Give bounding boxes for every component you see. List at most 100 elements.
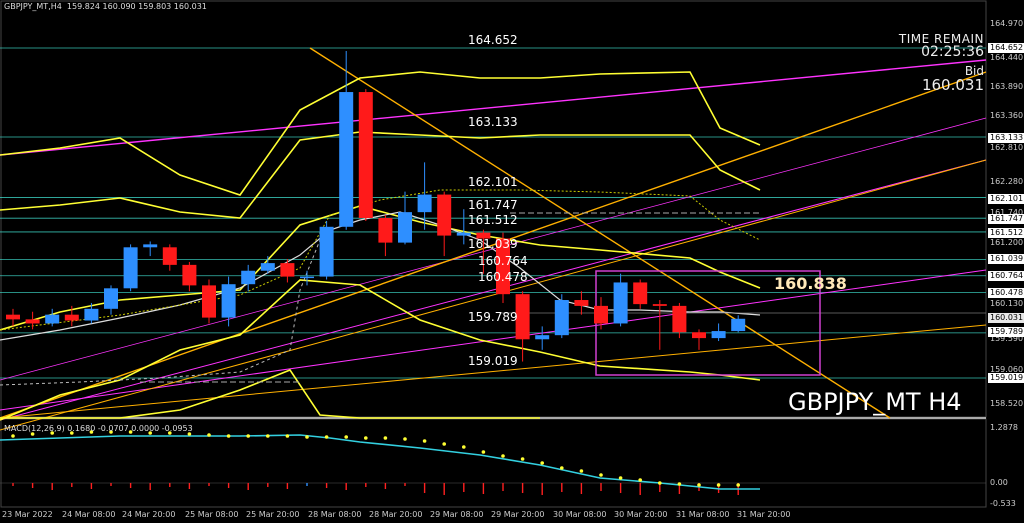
time-remain-value: 02:25:36 [921,44,984,60]
time-axis-tick: 30 Mar 08:00 [553,510,607,519]
candle-bull [123,247,138,289]
time-axis-tick: 30 Mar 20:00 [614,510,668,519]
time-axis-tick: 31 Mar 20:00 [737,510,791,519]
candle-bear [202,285,216,318]
candle-bull [731,318,746,332]
price-axis-tick: 163.360 [990,111,1024,120]
candle-bear [633,282,648,305]
candle-bear [162,247,177,265]
time-axis-tick: 25 Mar 20:00 [246,510,300,519]
time-axis-tick: 24 Mar 20:00 [122,510,176,519]
time-axis-tick: 31 Mar 08:00 [676,510,730,519]
candle-bull [241,270,256,285]
candle-bull [104,288,118,309]
macd-dot [658,481,662,485]
macd-dot [540,461,544,465]
price-level-tag: 159.019 [988,373,1024,383]
level-label: 161.747 [468,198,518,212]
candle-bear [437,194,452,236]
macd-dot [305,435,309,439]
symbol-watermark: GBPJPY_MT H4 [788,388,962,416]
level-label: 162.101 [468,175,518,189]
candle-bull [711,331,726,339]
price-level-tag: 159.789 [988,327,1024,337]
macd-dot [383,436,388,440]
candle-bear [64,314,79,321]
dotted-average [0,239,321,386]
macd-dot [422,439,427,443]
price-level-tag: 161.039 [988,254,1024,264]
price-axis-tick: 158.520 [990,399,1024,408]
candle-bear [25,319,40,324]
candle-bull [84,308,99,321]
time-axis-tick: 28 Mar 20:00 [369,510,423,519]
macd-axis-top: 1.2878 [990,423,1018,432]
macd-dot [481,450,486,454]
price-level-tag: 164.652 [988,43,1024,53]
macd-dot [677,482,682,486]
macd-dot [501,454,505,458]
macd-dot [344,435,349,439]
candle-bear [378,218,393,243]
time-axis-tick: 23 Mar 2022 [2,510,53,519]
macd-dot [442,442,447,446]
bollinger-band [0,131,761,219]
macd-dot [579,469,584,473]
macd-dot [697,483,701,487]
candle-bear [692,332,706,339]
candle-bull [398,212,412,243]
price-axis-tick: 162.810 [990,143,1024,152]
price-axis-tick: 161.200 [990,238,1024,247]
price-axis-tick: 162.280 [990,177,1024,186]
macd-dot [462,445,466,449]
candle-bear [6,314,20,320]
macd-signal-line [0,434,760,490]
macd-dot [285,434,290,438]
candle-bear [652,304,667,306]
candle-bear [574,300,589,306]
candle-bull [221,284,236,318]
candle-bull [143,244,158,248]
level-label: 160.478 [478,270,528,284]
candle-bull [535,335,550,340]
candle-bear [594,305,608,324]
price-axis-tick: 164.970 [990,19,1024,28]
level-label: 159.789 [468,310,518,324]
candle-bear [515,294,530,340]
macd-dot [599,473,603,477]
time-axis-tick: 24 Mar 08:00 [62,510,116,519]
candle-bear [280,263,295,277]
macd-dot [618,476,623,480]
macd-dot [560,466,564,470]
macd-dot [324,435,329,439]
candle-bull [339,92,354,227]
candle-bull [554,300,569,336]
price-level-tag: 160.764 [988,271,1024,281]
macd-dot [246,434,250,438]
candle-bull [613,282,628,324]
chart-window[interactable]: GBPJPY_MT,H4 159.824 160.090 159.803 160… [0,0,1024,523]
level-label: 159.019 [468,354,518,368]
candle-bull [300,276,314,279]
macd-dot [207,433,211,437]
time-axis-tick: 25 Mar 08:00 [185,510,239,519]
macd-axis-zero: 0.00 [990,478,1008,487]
candle-bull [260,263,275,271]
price-level-tag: 163.133 [988,133,1024,143]
candle-bear [672,305,687,333]
macd-dot [266,434,270,438]
macd-label: MACD(12,26,9) 0.1680 -0.0707 0.0000 -0.0… [4,424,193,433]
price-level-tag: 162.101 [988,194,1024,204]
candle-bear [182,264,197,286]
macd-dot [638,478,642,482]
level-label: 161.039 [468,237,518,251]
price-axis-tick: 164.440 [990,53,1024,62]
price-axis-tick: 163.890 [990,82,1024,91]
price-level-tag: 161.512 [988,228,1024,238]
macd-dot [716,483,721,487]
time-axis-tick: 29 Mar 08:00 [430,510,484,519]
candle-bear [358,92,373,219]
macd-dot [403,437,407,441]
macd-dot [520,457,525,461]
price-level-tag: 161.747 [988,214,1024,224]
